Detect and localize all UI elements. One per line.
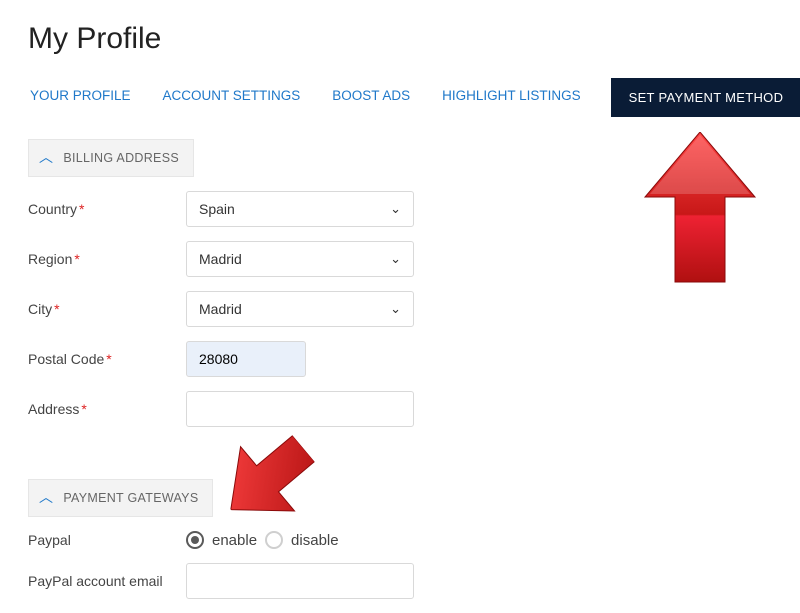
country-label: Country*: [28, 201, 186, 217]
annotation-arrow-diag: [201, 413, 335, 547]
paypal-enable-radio[interactable]: [186, 531, 204, 549]
tab-boost-ads[interactable]: BOOST ADS: [330, 78, 412, 113]
country-select[interactable]: Spain ⌄: [186, 191, 414, 227]
chevron-down-icon: ⌄: [390, 301, 401, 317]
tab-your-profile[interactable]: YOUR PROFILE: [28, 78, 133, 113]
required-icon: *: [106, 351, 111, 367]
required-icon: *: [81, 401, 86, 417]
paypal-label: Paypal: [28, 532, 186, 548]
paypal-radio-group: enable disable: [186, 531, 339, 549]
chevron-down-icon: ⌄: [390, 251, 401, 267]
city-value: Madrid: [199, 301, 242, 317]
tab-set-payment-method[interactable]: SET PAYMENT METHOD: [611, 78, 800, 117]
region-select[interactable]: Madrid ⌄: [186, 241, 414, 277]
page-title: My Profile: [28, 22, 772, 56]
city-select[interactable]: Madrid ⌄: [186, 291, 414, 327]
paypal-email-input[interactable]: [186, 563, 414, 599]
profile-tabs: YOUR PROFILE ACCOUNT SETTINGS BOOST ADS …: [28, 78, 772, 117]
postal-code-label: Postal Code*: [28, 351, 186, 367]
city-label: City*: [28, 301, 186, 317]
required-icon: *: [54, 301, 59, 317]
disable-label: disable: [291, 532, 339, 549]
address-input[interactable]: [186, 391, 414, 427]
country-value: Spain: [199, 201, 235, 217]
postal-code-input[interactable]: [186, 341, 306, 377]
chevron-down-icon: ⌄: [390, 201, 401, 217]
region-label: Region*: [28, 251, 186, 267]
tab-account-settings[interactable]: ACCOUNT SETTINGS: [161, 78, 303, 113]
tab-highlight-listings[interactable]: HIGHLIGHT LISTINGS: [440, 78, 583, 113]
region-value: Madrid: [199, 251, 242, 267]
enable-label: enable: [212, 532, 257, 549]
required-icon: *: [79, 201, 84, 217]
required-icon: *: [74, 251, 79, 267]
paypal-disable-radio[interactable]: [265, 531, 283, 549]
chevron-up-icon: ︿: [39, 147, 53, 167]
section-billing-address[interactable]: ︿ BILLING ADDRESS: [28, 139, 194, 177]
address-label: Address*: [28, 401, 186, 417]
section-gateways-label: PAYMENT GATEWAYS: [63, 491, 198, 505]
chevron-up-icon: ︿: [39, 487, 53, 507]
paypal-email-label: PayPal account email: [28, 573, 186, 589]
section-payment-gateways[interactable]: ︿ PAYMENT GATEWAYS: [28, 479, 213, 517]
section-billing-label: BILLING ADDRESS: [63, 151, 179, 165]
